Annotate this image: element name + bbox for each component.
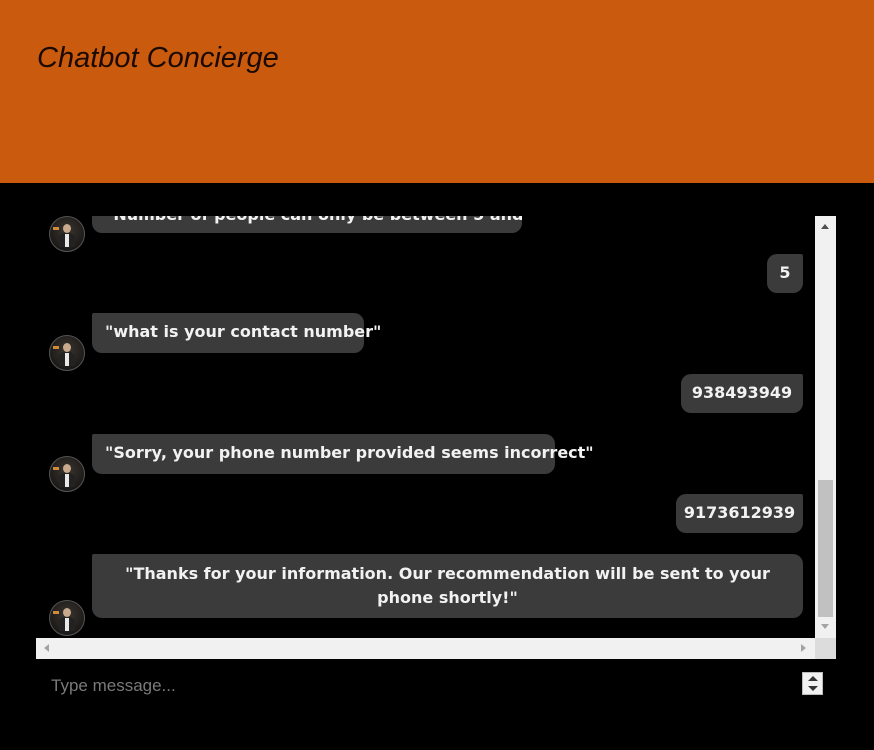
scrollbar-corner: [815, 638, 836, 659]
bot-message-bubble: "what is your contact number": [92, 313, 381, 353]
message-composer: [36, 665, 836, 707]
bot-avatar: [49, 335, 85, 371]
scroll-up-arrow-icon[interactable]: [821, 224, 829, 229]
app-header: Chatbot Concierge: [0, 0, 874, 183]
vertical-scrollbar[interactable]: [815, 216, 836, 638]
bot-message-bubble: "Sorry, your phone number provided seems…: [92, 434, 594, 474]
chat-message-list[interactable]: "Number of people can only be between 5 …: [36, 216, 815, 638]
user-message-bubble: 938493949: [681, 374, 803, 413]
message-input[interactable]: [36, 665, 796, 707]
bot-avatar: [49, 456, 85, 492]
page-title: Chatbot Concierge: [37, 42, 279, 74]
scroll-right-arrow-icon[interactable]: [801, 644, 806, 652]
user-message-bubble: 5: [767, 254, 803, 293]
bot-avatar: [49, 216, 85, 252]
vertical-scroll-thumb[interactable]: [818, 480, 833, 617]
scroll-down-arrow-icon[interactable]: [821, 624, 829, 629]
horizontal-scrollbar[interactable]: [36, 638, 815, 659]
spinner-up-icon[interactable]: [808, 676, 818, 681]
scroll-left-arrow-icon[interactable]: [44, 644, 49, 652]
chat-panel: "Number of people can only be between 5 …: [36, 216, 836, 659]
input-spinner[interactable]: [802, 672, 823, 695]
bot-avatar: [49, 600, 85, 636]
spinner-down-icon[interactable]: [808, 686, 818, 691]
bot-message-bubble: "Thanks for your information. Our recomm…: [92, 554, 803, 618]
user-message-bubble: 9173612939: [676, 494, 803, 533]
bot-message-bubble: "Number of people can only be between 5 …: [92, 216, 522, 233]
